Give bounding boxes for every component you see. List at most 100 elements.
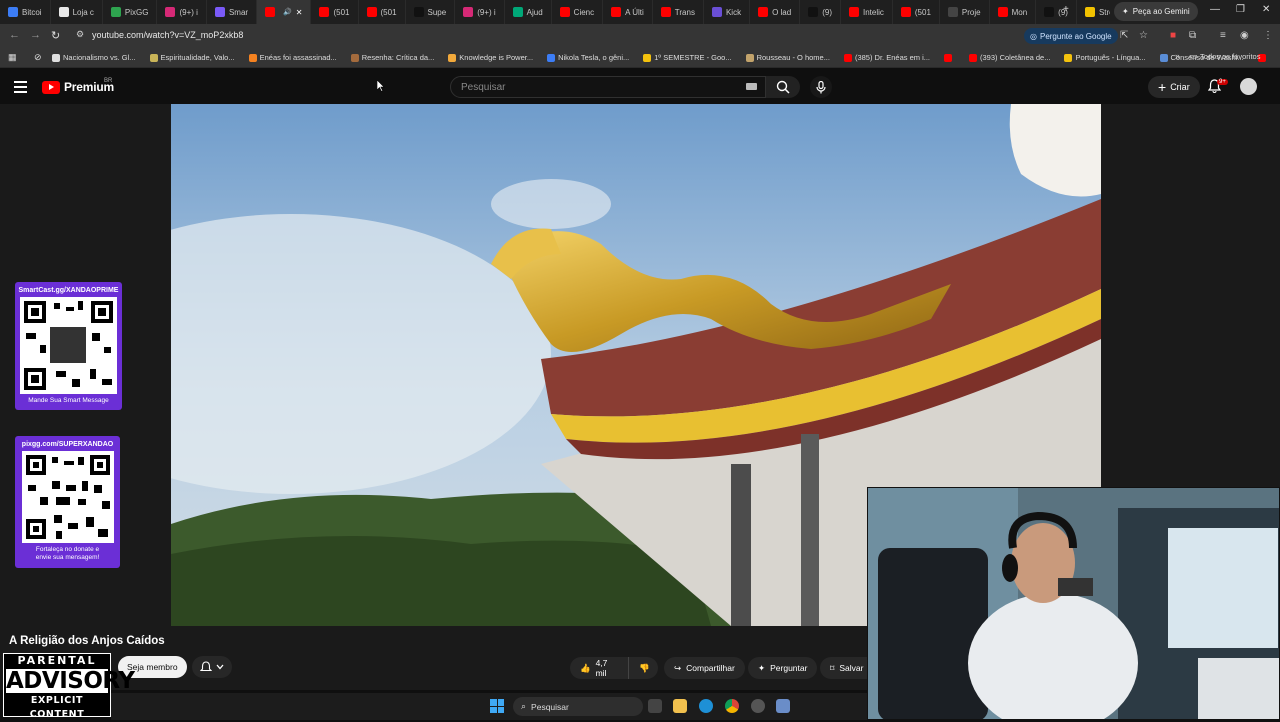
bookmark-star-icon[interactable]: ☆ — [1139, 30, 1148, 41]
bookmark-label: Nikola Tesla, o gêni... — [558, 53, 630, 62]
browser-menu-icon[interactable]: ⋮ — [1263, 30, 1273, 41]
back-icon[interactable]: ← — [9, 29, 20, 41]
tab-audio-icon[interactable]: 🔊 — [283, 8, 292, 16]
more-bookmarks-icon[interactable]: » — [1175, 51, 1180, 61]
browser-tab[interactable]: PixGG — [103, 0, 158, 24]
keyboard-icon[interactable] — [746, 83, 757, 90]
search-button[interactable] — [766, 76, 800, 98]
browser-tab[interactable]: (9+) i — [157, 0, 207, 24]
site-info-icon[interactable]: ⚙ — [76, 29, 84, 40]
browser-tab[interactable]: (501 — [359, 0, 406, 24]
browser-tab[interactable]: Intelic — [841, 0, 893, 24]
bookmark-favicon-icon — [1159, 53, 1168, 62]
bookmark-favicon-icon — [745, 53, 754, 62]
browser-tab[interactable]: Supe — [406, 0, 456, 24]
tab-favicon-icon — [711, 7, 722, 17]
bookmark-item[interactable]: Nikola Tesla, o gêni... — [547, 53, 629, 62]
browser-tab[interactable]: A Últi — [603, 0, 653, 24]
browser-tab[interactable]: (9) — [1036, 0, 1077, 24]
media-control-icon[interactable]: ≡ — [1220, 30, 1226, 41]
windows-start-icon[interactable] — [490, 699, 504, 713]
bookmark-item[interactable]: Rousseau - O home... — [745, 53, 830, 62]
browser-tab[interactable]: Trans — [653, 0, 704, 24]
voice-search-button[interactable] — [810, 76, 832, 98]
edge-icon[interactable] — [699, 699, 713, 713]
share-icon: ↪ — [674, 662, 682, 673]
bookmark-item[interactable]: (393) Coletânea de... — [969, 53, 1050, 62]
browser-tab[interactable]: Ajud — [505, 0, 552, 24]
tab-favicon-icon — [8, 7, 18, 17]
bookmark-item[interactable]: 1º SEMESTRE - Goo... — [643, 53, 732, 62]
qr-code-pixgg — [21, 451, 114, 543]
create-button[interactable]: + Criar — [1148, 76, 1200, 98]
app-icon[interactable] — [751, 699, 765, 713]
apps-grid-icon[interactable]: ▦ — [8, 52, 17, 63]
like-button[interactable]: 👍 4,7 mil — [570, 657, 628, 679]
browser-tab[interactable]: Loja c — [51, 0, 103, 24]
google-lens-icon: ◎ — [1030, 31, 1037, 41]
bookmark-label: Português - Língua... — [1075, 53, 1146, 62]
browser-tab[interactable]: (501 — [893, 0, 940, 24]
bookmark-item[interactable]: (385) Dr. Enéas em i... — [843, 53, 930, 62]
bookmark-label: 1º SEMESTRE - Goo... — [654, 53, 732, 62]
extension-icon[interactable]: ■ — [1170, 30, 1176, 41]
bookmark-item[interactable]: Resenha: Crítica da... — [350, 53, 434, 62]
bookmark-item[interactable]: Espiritualidade, Valo... — [149, 53, 235, 62]
tab-favicon-icon — [660, 7, 671, 17]
subscription-bell-button[interactable] — [192, 656, 232, 678]
tab-label: Bitcoi — [22, 7, 42, 17]
browser-tab[interactable]: Proje — [940, 0, 990, 24]
menu-icon[interactable] — [14, 81, 27, 96]
advisory-line3: EXPLICIT CONTENT — [29, 695, 85, 720]
share-button[interactable]: ↪ Compartilhar — [664, 657, 745, 679]
like-icon: 👍 — [580, 662, 591, 673]
settings-icon[interactable] — [776, 699, 790, 713]
new-tab-button[interactable]: + — [1063, 4, 1069, 15]
profile-icon[interactable]: ◉ — [1240, 30, 1249, 41]
file-explorer-icon[interactable] — [673, 699, 687, 713]
tab-label: (501 — [914, 7, 931, 17]
ask-button[interactable]: ✦ Perguntar — [748, 657, 818, 679]
browser-tab[interactable]: O lad — [750, 0, 801, 24]
minimize-icon[interactable]: — — [1210, 4, 1220, 15]
bookmark-label: Enéas foi assassinad... — [259, 53, 337, 62]
gemini-button[interactable]: ✦ Peça ao Gemini — [1114, 2, 1198, 21]
browser-tab[interactable]: 🔊 ✕ — [257, 0, 312, 24]
url-field[interactable]: youtube.com/watch?v=VZ_moP2xkb8 — [92, 30, 243, 40]
bookmark-favicon-icon — [149, 53, 158, 62]
browser-tab[interactable]: Cienc — [552, 0, 604, 24]
save-button[interactable]: ⌑ Salvar — [820, 657, 867, 679]
browser-tab[interactable]: Strea — [1077, 0, 1110, 24]
browser-tab[interactable]: Kick — [704, 0, 751, 24]
search-input[interactable]: Pesquisar — [450, 76, 766, 98]
extensions-puzzle-icon[interactable]: ⧉ — [1189, 30, 1196, 41]
smartcast-qr-panel[interactable]: SmartCast.gg/XANDAOPRIME Mande Sua Smart… — [15, 282, 122, 411]
browser-tab[interactable]: Smar — [207, 0, 258, 24]
taskbar-search[interactable]: ⌕ Pesquisar — [513, 697, 643, 716]
pixgg-qr-panel[interactable]: pixgg.com/SUPERXANDAO Fortaleça no donat… — [15, 436, 120, 568]
browser-tab[interactable]: Mon — [990, 0, 1037, 24]
reload-icon[interactable]: ↻ — [51, 29, 60, 42]
avatar[interactable] — [1240, 78, 1257, 95]
browser-tab[interactable]: (501 — [311, 0, 359, 24]
bookmark-item[interactable]: Nacionalismo vs. Gl... — [52, 53, 136, 62]
close-window-icon[interactable]: ✕ — [1262, 4, 1270, 15]
maximize-icon[interactable]: ❐ — [1236, 4, 1245, 15]
bookmark-item[interactable]: Português - Língua... — [1064, 53, 1146, 62]
browser-tab[interactable]: (9) — [800, 0, 841, 24]
all-favorites-link[interactable]: Todos os favoritos — [1200, 52, 1260, 61]
chrome-icon[interactable] — [725, 699, 739, 713]
task-view-icon[interactable] — [648, 699, 662, 713]
bookmark-item[interactable]: Knowledge is Power... — [448, 53, 533, 62]
browser-tab[interactable]: (9+) i — [455, 0, 505, 24]
tab-favicon-icon — [512, 7, 523, 17]
advisory-line2: ADVISORY — [6, 668, 135, 694]
ask-google-button[interactable]: ◎ Pergunte ao Google — [1024, 28, 1118, 44]
install-icon[interactable]: ⇱ — [1120, 30, 1128, 41]
bookmark-item[interactable]: Enéas foi assassinad... — [248, 53, 337, 62]
forward-icon[interactable]: → — [30, 29, 41, 41]
tab-close-icon[interactable]: ✕ — [296, 8, 303, 17]
bookmark-item[interactable] — [944, 53, 955, 62]
dislike-button[interactable]: 👎 — [628, 657, 658, 679]
browser-tab[interactable]: Bitcoi — [0, 0, 51, 24]
